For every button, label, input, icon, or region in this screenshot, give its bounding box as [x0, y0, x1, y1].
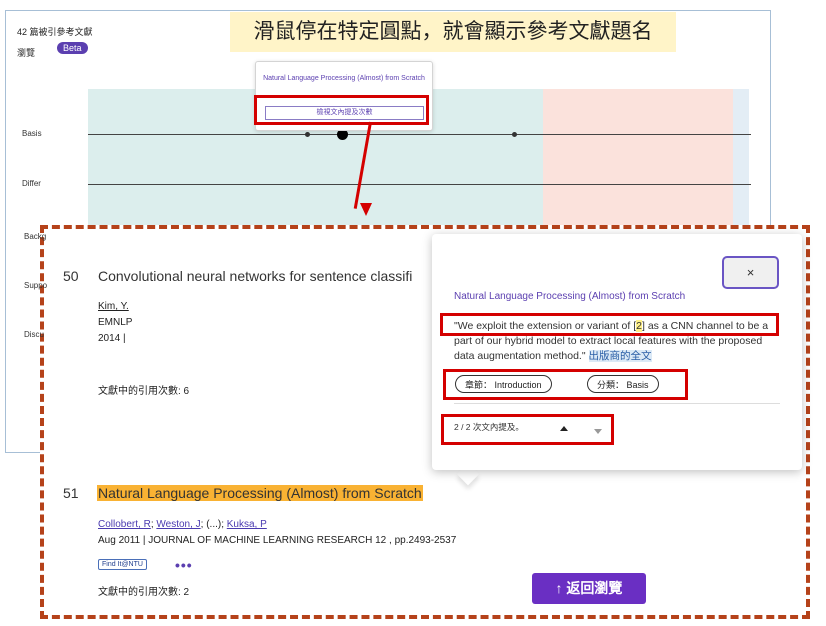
author-link[interactable]: Collobert, R — [98, 519, 151, 530]
instruction-caption: 滑鼠停在特定圓點，就會顯示參考文獻題名 — [230, 12, 676, 52]
popover-divider — [454, 403, 780, 404]
publisher-full-text-link[interactable]: 出版商的全文 — [588, 350, 652, 362]
highlight-box-navigation — [441, 414, 614, 445]
row-label-support: Suppo — [24, 281, 48, 290]
beta-badge: Beta — [57, 42, 88, 54]
highlight-box-tooltip-button — [254, 95, 429, 125]
more-options-icon[interactable]: ••• — [175, 557, 193, 573]
record-title[interactable]: Convolutional neural networks for senten… — [98, 268, 412, 284]
author-link[interactable]: Weston, J — [156, 519, 200, 530]
highlight-box-pills — [443, 369, 688, 400]
row-label-differ: Differ — [22, 179, 41, 188]
record-number: 51 — [63, 485, 79, 501]
browse-label: 瀏覽 — [17, 48, 36, 58]
find-it-button[interactable]: Find It@NTU — [98, 559, 147, 570]
popover-title: Natural Language Processing (Almost) fro… — [454, 291, 686, 302]
row-label-background: Backg — [24, 232, 47, 241]
citation-dot[interactable] — [512, 132, 517, 137]
record-cite-count: 文獻中的引用次數: 6 — [98, 386, 190, 397]
row-line-basis — [88, 134, 751, 135]
tooltip-title: Natural Language Processing (Almost) fro… — [263, 75, 425, 82]
row-label-basis: Basis — [22, 129, 42, 138]
record-number: 50 — [63, 268, 79, 284]
citation-dot[interactable] — [305, 132, 310, 137]
cited-references-count: 42 篇被引參考文獻 — [17, 27, 93, 37]
highlight-box-quote — [440, 313, 779, 336]
record-author[interactable]: Kim, Y. — [98, 301, 129, 312]
author-separator: ; (...); — [200, 519, 227, 530]
close-button[interactable]: × — [722, 256, 779, 289]
record-title-highlighted[interactable]: Natural Language Processing (Almost) fro… — [97, 485, 423, 501]
record-year: 2014 | — [98, 333, 126, 344]
record-authors: Collobert, R; Weston, J; (...); Kuksa, P — [98, 519, 267, 530]
pointer-arrow-head — [360, 203, 372, 216]
record-venue: EMNLP — [98, 317, 133, 328]
back-to-browse-button[interactable]: ↑ 返回瀏覽 — [532, 573, 646, 604]
record-cite-count: 文獻中的引用次數: 2 — [98, 587, 190, 598]
row-label-discuss: Discu — [24, 330, 45, 339]
record-meta: Aug 2011 | JOURNAL OF MACHINE LEARNING R… — [98, 535, 457, 546]
row-line-differ — [88, 184, 751, 185]
author-link[interactable]: Kuksa, P — [227, 519, 267, 530]
